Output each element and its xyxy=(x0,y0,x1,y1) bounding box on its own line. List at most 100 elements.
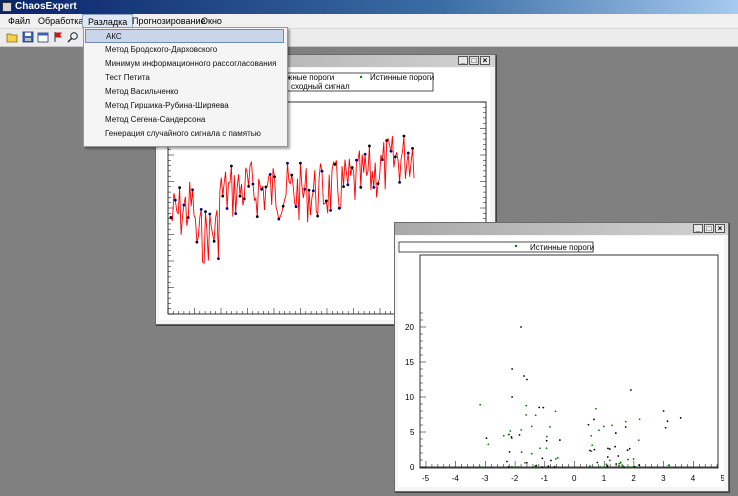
threshold-marker xyxy=(376,182,380,186)
threshold-marker xyxy=(247,185,251,188)
scatter-point xyxy=(594,407,597,410)
menu-item-aks[interactable]: АКС xyxy=(85,29,284,43)
maximize-button[interactable]: □ xyxy=(704,224,714,233)
window-caption xyxy=(395,223,728,235)
legend-true-thresholds: Истинные пороги xyxy=(370,73,434,82)
menu-processing[interactable]: Обработка xyxy=(33,14,88,28)
scatter-point xyxy=(662,410,665,412)
menu-item-vasilchenko[interactable]: Метод Васильченко xyxy=(85,85,284,99)
menu-item-girshick-rubin-shiryaev[interactable]: Метод Гиршика-Рубина-Ширяева xyxy=(85,99,284,113)
threshold-marker xyxy=(411,146,414,150)
scatter-point xyxy=(545,439,548,442)
scatter-point xyxy=(545,447,548,450)
menu-item-pettitt-test[interactable]: Тест Петита xyxy=(85,71,284,85)
scatter-point xyxy=(524,461,526,464)
maximize-button[interactable]: □ xyxy=(469,56,479,65)
scatter-point xyxy=(487,443,490,446)
threshold-marker xyxy=(350,166,354,169)
scatter-point xyxy=(622,466,625,468)
save-icon[interactable] xyxy=(22,31,34,43)
threshold-marker xyxy=(238,194,242,198)
threshold-marker xyxy=(368,144,371,148)
menu-item-min-information-mismatch[interactable]: Минимум информационного рассогласования xyxy=(85,57,284,71)
threshold-marker xyxy=(389,149,393,153)
close-button[interactable]: × xyxy=(715,224,725,233)
y-tick-label: 10 xyxy=(405,393,414,402)
source-signal-line xyxy=(170,135,415,265)
window-icon[interactable] xyxy=(37,31,49,43)
scatter-point xyxy=(502,434,505,437)
scatter-point xyxy=(545,435,548,438)
threshold-marker xyxy=(333,163,337,166)
legend-false-thresholds: жные пороги xyxy=(287,73,334,82)
menu-file[interactable]: Файл xyxy=(3,14,35,28)
x-tick-label: 2 xyxy=(631,474,636,483)
threshold-marker xyxy=(346,183,350,187)
flag-icon[interactable] xyxy=(52,31,64,43)
legend-source-signal: сходный сигнал xyxy=(291,82,350,91)
scatter-point xyxy=(602,425,605,428)
scatter-points xyxy=(478,326,682,468)
threshold-marker xyxy=(182,203,186,207)
scatter-point xyxy=(617,455,620,457)
menu-item-brodsky-darkhovsky[interactable]: Метод Бродского-Дарховского xyxy=(85,43,284,57)
scatter-point xyxy=(541,457,544,460)
scatter-point xyxy=(609,459,611,462)
scatter-point xyxy=(606,456,609,458)
threshold-marker xyxy=(329,208,333,212)
threshold-marker xyxy=(380,158,384,162)
scatter-point xyxy=(667,464,670,467)
threshold-marker xyxy=(264,185,268,189)
y-tick-label: 0 xyxy=(410,463,415,472)
close-button[interactable]: × xyxy=(480,56,490,65)
threshold-marker xyxy=(286,161,289,165)
menu-item-segen-sanderson[interactable]: Метод Сегена-Сандерсона xyxy=(85,113,284,127)
threshold-marker xyxy=(359,185,363,189)
threshold-markers xyxy=(169,134,414,261)
menu-changepoint[interactable]: Разладка xyxy=(82,14,134,28)
threshold-marker xyxy=(234,212,238,215)
threshold-marker xyxy=(199,207,203,211)
minimize-button[interactable]: _ xyxy=(693,224,703,233)
scatter-chart-area: Истинные пороги -5 -4 -3 -2 -1 0 1 2 3 4 5 0 5 10 15 20 xyxy=(398,236,726,487)
scatter-point xyxy=(479,403,482,406)
threshold-marker xyxy=(242,197,246,201)
threshold-marker xyxy=(208,212,212,216)
scatter-point xyxy=(593,418,595,421)
scatter-point xyxy=(511,368,514,370)
menu-item-random-signal-memory[interactable]: Генерация случайного сигнала с памятью xyxy=(85,127,284,141)
threshold-marker xyxy=(402,134,406,138)
scatter-point xyxy=(553,466,556,468)
scatter-point xyxy=(587,423,590,426)
scatter-point xyxy=(588,465,591,467)
magnifier-icon[interactable] xyxy=(67,31,79,43)
x-tick-label: -1 xyxy=(541,474,549,483)
x-tick-label: -5 xyxy=(422,474,430,483)
threshold-marker xyxy=(294,205,298,209)
threshold-marker xyxy=(229,164,233,168)
x-tick-label: 0 xyxy=(572,474,577,483)
threshold-marker xyxy=(307,188,311,192)
threshold-marker xyxy=(225,207,229,210)
scatter-point xyxy=(542,406,545,409)
app-icon xyxy=(2,2,12,12)
threshold-marker xyxy=(311,189,315,193)
menu-window[interactable]: Окно xyxy=(196,14,227,28)
scatter-point xyxy=(520,429,523,431)
scatter-point xyxy=(547,465,550,468)
minimize-button[interactable]: _ xyxy=(458,56,468,65)
scatter-point xyxy=(507,433,510,436)
scatter-point xyxy=(630,389,632,391)
x-tick-label: -3 xyxy=(481,474,489,483)
threshold-marker xyxy=(393,155,397,159)
scatter-chart-window[interactable]: _ □ × Истинные пороги -5 -4 -3 -2 -1 0 1 2 3 4 5 0 5… xyxy=(394,222,729,492)
open-folder-icon[interactable] xyxy=(6,31,18,43)
threshold-marker xyxy=(290,173,294,177)
scatter-point xyxy=(638,464,640,466)
x-tick-label: 5 xyxy=(721,474,725,483)
scatter-point xyxy=(634,466,637,468)
threshold-marker xyxy=(255,215,259,219)
scatter-point xyxy=(590,435,593,437)
scatter-point xyxy=(589,449,591,452)
threshold-marker xyxy=(316,214,320,218)
